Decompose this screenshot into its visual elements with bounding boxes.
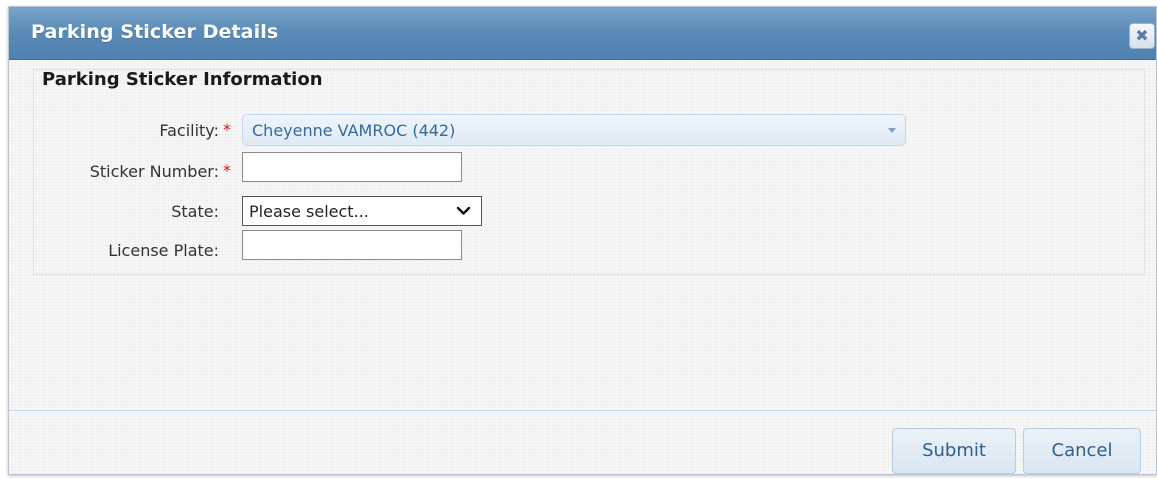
sticker-number-input[interactable] xyxy=(242,152,462,182)
submit-button[interactable]: Submit xyxy=(892,428,1016,474)
dropdown-arrow-icon xyxy=(888,128,896,133)
license-plate-label: License Plate: xyxy=(108,241,219,260)
state-selected-value: Please select... xyxy=(249,202,369,221)
license-plate-input[interactable] xyxy=(242,230,462,260)
facility-required-marker: * xyxy=(223,120,231,139)
close-icon[interactable]: ✖ xyxy=(1129,23,1155,49)
footer-divider xyxy=(9,410,1156,411)
dialog-titlebar[interactable]: Parking Sticker Details ✖ xyxy=(9,7,1156,60)
section-legend: Parking Sticker Information xyxy=(42,69,323,90)
state-label: State: xyxy=(171,202,219,221)
sticker-number-required-marker: * xyxy=(223,161,231,180)
facility-selected-value: Cheyenne VAMROC (442) xyxy=(252,121,456,140)
facility-select[interactable]: Cheyenne VAMROC (442) xyxy=(242,114,906,146)
parking-sticker-dialog: Parking Sticker Details ✖ Parking Sticke… xyxy=(8,6,1157,475)
state-select[interactable]: Please select... xyxy=(242,196,482,226)
chevron-down-icon xyxy=(456,206,471,215)
sticker-number-label: Sticker Number: xyxy=(89,162,219,181)
facility-label: Facility: xyxy=(159,121,219,140)
dialog-title: Parking Sticker Details xyxy=(31,21,279,43)
cancel-button[interactable]: Cancel xyxy=(1023,428,1141,474)
